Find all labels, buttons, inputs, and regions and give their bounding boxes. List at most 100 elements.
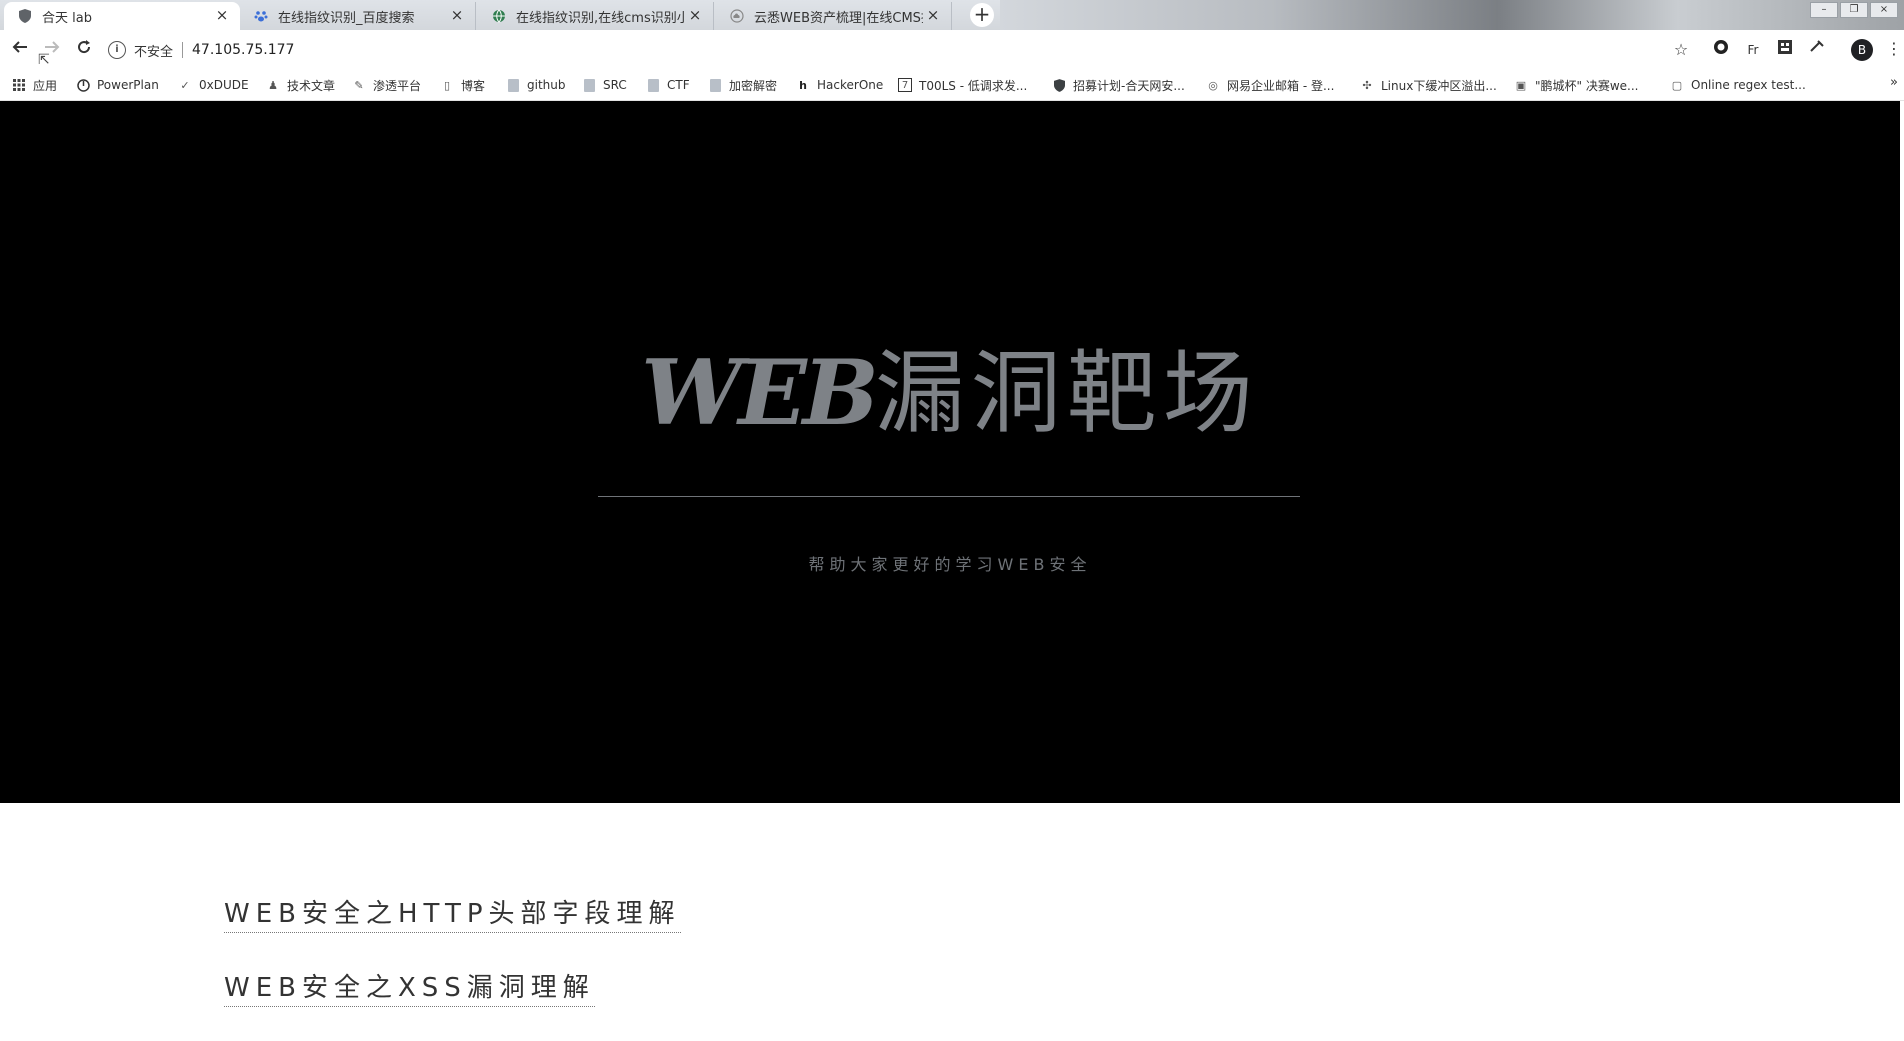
- bookmark-label: 招募计划-合天网安...: [1073, 78, 1185, 93]
- bookmark-label: github: [527, 78, 566, 92]
- bookmark-apps[interactable]: 应用: [12, 75, 57, 95]
- extension-icon[interactable]: Fr: [1742, 39, 1764, 61]
- bookmark-label: 技术文章: [287, 78, 336, 93]
- tab-yunxi[interactable]: 云悉WEB资产梳理|在线CMS指 ×: [716, 2, 952, 30]
- list-item: WEB安全之XSS漏洞理解: [224, 967, 681, 1007]
- regex-icon: ▢: [1671, 78, 1683, 92]
- linux-icon: ✣: [1362, 78, 1372, 92]
- bookmark-label: 应用: [33, 78, 58, 93]
- bookmark-crypto[interactable]: 加密解密: [708, 75, 777, 95]
- image-icon: ▣: [1515, 78, 1527, 92]
- bookmark-label: 博客: [461, 78, 486, 93]
- bookmark-label: "鹏城杯" 决赛we...: [1535, 78, 1639, 93]
- bookmark-t00ls[interactable]: 7 T00LS - 低调求发...: [898, 75, 1027, 95]
- bookmark-powerplan[interactable]: PowerPlan: [76, 75, 159, 95]
- title-divider: [598, 496, 1300, 497]
- folder-icon: [582, 78, 596, 92]
- bookmark-label: 渗透平台: [373, 78, 422, 93]
- extension-tool-icon[interactable]: [1806, 39, 1828, 61]
- site-title: WEB漏洞靶场: [0, 348, 1900, 439]
- mail-icon: ◎: [1208, 78, 1218, 92]
- window-background: [1000, 0, 1904, 30]
- shield-icon: [18, 9, 32, 23]
- extension-grid-icon[interactable]: [1774, 39, 1796, 61]
- bookmark-label: SRC: [603, 78, 627, 92]
- bookmark-icon: ✎: [354, 78, 364, 92]
- bookmark-label: Online regex test...: [1691, 78, 1806, 92]
- bookmark-label: 0xDUDE: [199, 78, 249, 92]
- browser-toolbar: i 不安全 47.105.75.177 ☆ Fr B ⋮: [0, 30, 1904, 70]
- tab-label: 合天 lab: [42, 10, 92, 26]
- more-menu-icon[interactable]: ⋮: [1886, 39, 1902, 58]
- site-title-latin: WEB: [641, 340, 879, 446]
- hackerone-icon: h: [799, 78, 807, 92]
- paw-icon: [254, 9, 268, 23]
- bookmark-0xdude[interactable]: ✓ 0xDUDE: [178, 75, 249, 95]
- bookmark-label: 网易企业邮箱 - 登...: [1227, 78, 1335, 93]
- bookmark-blog[interactable]: ▯ 博客: [440, 75, 485, 95]
- star-icon[interactable]: ☆: [1670, 39, 1692, 61]
- tab-cms-fingerprint[interactable]: 在线指纹识别,在线cms识别小插 ×: [478, 2, 714, 30]
- close-icon[interactable]: ×: [925, 7, 941, 23]
- minimize-button[interactable]: –: [1810, 2, 1838, 18]
- tab-baidu-search[interactable]: 在线指纹识别_百度搜索 ×: [240, 2, 476, 30]
- security-indicator[interactable]: 不安全: [134, 41, 173, 60]
- article-link-http-headers[interactable]: WEB安全之HTTP头部字段理解: [224, 893, 681, 933]
- article-list: WEB安全之HTTP头部字段理解 WEB安全之XSS漏洞理解: [224, 893, 681, 1041]
- mouse-cursor: ⇱: [38, 52, 50, 68]
- powerplan-icon: [76, 78, 90, 92]
- list-item: WEB安全之HTTP头部字段理解: [224, 893, 681, 933]
- bookmark-linux-overflow[interactable]: ✣ Linux下缓冲区溢出...: [1360, 75, 1497, 95]
- bookmark-label: CTF: [667, 78, 690, 92]
- bookmark-netease-mail[interactable]: ◎ 网易企业邮箱 - 登...: [1206, 75, 1334, 95]
- tab-strip: 合天 lab × 在线指纹识别_百度搜索 × 在线指纹识别,在线cms识别小插 …: [0, 0, 1904, 30]
- tab-hetian-lab[interactable]: 合天 lab ×: [4, 2, 240, 30]
- article-link-xss[interactable]: WEB安全之XSS漏洞理解: [224, 967, 595, 1007]
- url-text[interactable]: 47.105.75.177: [192, 42, 294, 58]
- profile-avatar[interactable]: B: [1851, 39, 1873, 61]
- window-close-button[interactable]: ×: [1870, 2, 1898, 18]
- bookmark-src[interactable]: SRC: [582, 75, 627, 95]
- bookmark-tech-articles[interactable]: ♟ 技术文章: [266, 75, 335, 95]
- divider: [182, 42, 184, 58]
- bookmark-github[interactable]: github: [506, 75, 565, 95]
- info-icon[interactable]: i: [108, 41, 126, 59]
- tab-label: 在线指纹识别,在线cms识别小插: [516, 10, 685, 26]
- back-button[interactable]: [8, 38, 32, 62]
- tab-label: 在线指纹识别_百度搜索: [278, 10, 415, 26]
- reload-button[interactable]: [72, 38, 96, 62]
- github-extension-icon[interactable]: [1710, 39, 1732, 61]
- bookmark-ctf[interactable]: CTF: [646, 75, 690, 95]
- hero-banner: WEB漏洞靶场 帮助大家更好的学习WEB安全: [0, 101, 1900, 803]
- bookmark-label: Linux下缓冲区溢出...: [1381, 78, 1497, 93]
- bookmark-icon: ♟: [268, 78, 278, 92]
- apps-grid-icon: [12, 78, 26, 92]
- close-icon[interactable]: ×: [687, 7, 703, 23]
- site-subtitle: 帮助大家更好的学习WEB安全: [808, 555, 1092, 574]
- bookmark-pengcheng[interactable]: ▣ "鹏城杯" 决赛we...: [1514, 75, 1639, 95]
- shield-icon: [1052, 78, 1066, 92]
- tools-icon: 7: [898, 78, 912, 92]
- bookmarks-bar: 应用 PowerPlan ✓ 0xDUDE ♟ 技术文章 ✎ 渗透平台 ▯ 博客…: [0, 70, 1904, 101]
- chevron-right-icon[interactable]: »: [1890, 75, 1898, 90]
- site-title-cjk: 漏洞靶场: [874, 341, 1259, 446]
- bookmark-label: T00LS - 低调求发...: [919, 78, 1028, 93]
- maximize-button[interactable]: ❐: [1840, 2, 1868, 18]
- bookmark-hackerone[interactable]: h HackerOne: [796, 75, 883, 95]
- reload-icon: [78, 40, 91, 54]
- bookmark-regex[interactable]: ▢ Online regex test...: [1670, 75, 1806, 95]
- bookmark-pentest-platform[interactable]: ✎ 渗透平台: [352, 75, 421, 95]
- close-icon[interactable]: ×: [449, 7, 465, 23]
- tab-label: 云悉WEB资产梳理|在线CMS指: [754, 10, 923, 26]
- close-icon[interactable]: ×: [214, 7, 230, 23]
- bookmark-label: PowerPlan: [97, 78, 159, 92]
- new-tab-button[interactable]: +: [970, 3, 994, 27]
- bookmark-icon: ▯: [443, 78, 451, 92]
- cloud-icon: [730, 9, 744, 23]
- address-bar[interactable]: i 不安全 47.105.75.177: [108, 36, 1668, 64]
- folder-icon: [708, 78, 722, 92]
- folder-icon: [506, 78, 520, 92]
- folder-icon: [646, 78, 660, 92]
- bookmark-recruit[interactable]: 招募计划-合天网安...: [1052, 75, 1185, 95]
- bookmark-label: HackerOne: [817, 78, 884, 92]
